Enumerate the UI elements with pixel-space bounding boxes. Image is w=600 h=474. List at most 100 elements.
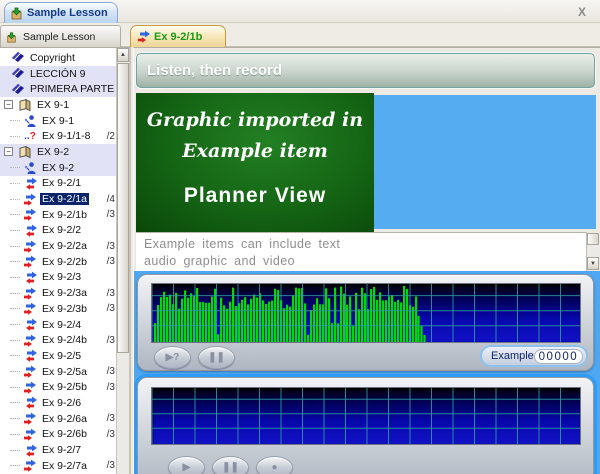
tree-item[interactable]: Ex 9-2/6a/3 [0, 411, 118, 427]
exercise-content-panel: Listen, then record Graphic imported in … [133, 47, 600, 474]
tree-item[interactable]: ..? Ex 9-1/1-8/2 [0, 128, 118, 144]
tree-item[interactable]: Ex 9-2/4b/3 [0, 332, 118, 348]
play-button[interactable]: ▶ [168, 456, 205, 474]
tree-item-count: /3 [106, 413, 115, 425]
tree-item-label[interactable]: EX 9-1 [35, 99, 71, 111]
book-icon [10, 51, 26, 64]
arr-same-icon [22, 428, 38, 441]
arr-op-icon [22, 271, 38, 284]
tree-item[interactable]: Ex 9-2/3b/3 [0, 301, 118, 317]
tree-expander[interactable]: − [4, 147, 13, 157]
tree-item-label[interactable]: Ex 9-2/3 [40, 271, 83, 283]
folder-icon [17, 98, 33, 112]
tree-item-label[interactable]: EX 9-2 [35, 146, 71, 158]
note-scrollbar-thumb[interactable] [587, 233, 599, 245]
tree-item-count: /3 [106, 303, 115, 315]
tree-item-label[interactable]: Ex 9-2/2a [40, 240, 89, 252]
graphic-line-1: Graphic imported in [146, 109, 364, 131]
tab-sample-lesson[interactable]: Sample Lesson [4, 2, 118, 23]
tree-item[interactable]: Ex 9-2/2 [0, 223, 118, 239]
pause-button[interactable]: ❚❚ [212, 456, 249, 474]
arr-same-icon [22, 412, 38, 425]
tree-item-count: /4 [106, 193, 115, 205]
example-player-panel: ▶? ❚❚ Example 00000 [137, 274, 594, 371]
tab-lesson-tree[interactable]: Sample Lesson [0, 25, 121, 47]
tree-item-label[interactable]: Ex 9-2/7 [40, 444, 83, 456]
tree-item[interactable]: Ex 9-2/7 [0, 442, 118, 458]
tree-item-label[interactable]: Ex 9-2/1b [40, 209, 89, 221]
note-scroll-down-button[interactable]: ▼ [587, 257, 599, 270]
tree-item-label[interactable]: Ex 9-2/1 [40, 177, 83, 189]
tree-item[interactable]: Ex 9-2/1b/3 [0, 207, 118, 223]
tree-item-label[interactable]: Ex 9-2/6b [40, 428, 89, 440]
tree-item-label[interactable]: Copyright [28, 52, 77, 64]
tree-item-label[interactable]: Ex 9-2/7a [40, 460, 89, 472]
tree-item-label[interactable]: Ex 9-2/6 [40, 397, 83, 409]
tree-item-count: /3 [106, 256, 115, 268]
arr-same-icon [22, 240, 38, 253]
tree-item[interactable]: Ex 9-2/3a/3 [0, 285, 118, 301]
paired-arrows-icon [137, 30, 150, 43]
package-import-icon [10, 7, 23, 20]
tree-item-label[interactable]: Ex 9-2/1a [40, 193, 89, 206]
tree-item[interactable]: Ex 9-2/2a/3 [0, 238, 118, 254]
tree-item[interactable]: Ex 9-2/5b/3 [0, 379, 118, 395]
tree-item[interactable]: Ex 9-2/7a/3 [0, 458, 118, 474]
tree-item-label[interactable]: Ex 9-2/5 [40, 350, 83, 362]
tree-item[interactable]: Ex 9-2/2b/3 [0, 254, 118, 270]
tree-item[interactable]: − EX 9-1 [0, 97, 118, 113]
tree-item-label[interactable]: Ex 9-2/4b [40, 334, 89, 346]
tree-item-label[interactable]: Ex 9-1/1-8 [40, 130, 92, 142]
arr-same-icon [22, 208, 38, 221]
tree-item[interactable]: − EX 9-2 [0, 144, 118, 160]
tree-item[interactable]: PRIMERA PARTE [0, 81, 118, 98]
arr-same-icon [22, 255, 38, 268]
tree-item[interactable]: EX 9-1 [0, 113, 118, 129]
tree-item-label[interactable]: LECCIÓN 9 [28, 68, 87, 80]
tree-item[interactable]: Ex 9-2/6b/3 [0, 427, 118, 443]
tab-sample-lesson-label: Sample Lesson [27, 7, 108, 19]
close-lesson-button[interactable]: X [575, 5, 589, 19]
pause-button[interactable]: ❚❚ [198, 346, 235, 369]
arr-same-icon [22, 365, 38, 378]
tree-scrollbar[interactable]: ▲ [116, 48, 129, 474]
example-counter-value: 00000 [533, 348, 583, 364]
tab-lesson-tree-label: Sample Lesson [23, 30, 96, 43]
tree-item[interactable]: Ex 9-2/1 [0, 176, 118, 192]
tree-item-label[interactable]: Ex 9-2/5a [40, 366, 89, 378]
lesson-tab-strip: Sample Lesson X [0, 0, 600, 23]
item-note-text: Example items can include text audio gra… [136, 232, 586, 271]
arr-op-icon [22, 349, 38, 363]
tree-item-label[interactable]: EX 9-1 [40, 115, 76, 127]
scroll-up-button[interactable]: ▲ [117, 48, 129, 62]
media-placeholder [374, 95, 596, 229]
tree-item-label[interactable]: Ex 9-2/5b [40, 381, 89, 393]
tree-item-label[interactable]: Ex 9-2/6a [40, 413, 89, 425]
tree-item[interactable]: Ex 9-2/3 [0, 270, 118, 286]
graphic-line-3: Planner View [183, 184, 327, 207]
tree-item-label[interactable]: Ex 9-2/2 [40, 224, 83, 236]
tree-scrollbar-thumb[interactable] [117, 63, 129, 353]
tab-exercise-item-label: Ex 9-2/1b [154, 30, 203, 43]
note-scrollbar[interactable]: ▼ [586, 232, 599, 271]
tree-item[interactable]: Ex 9-2/6 [0, 395, 118, 411]
tree-item-label[interactable]: PRIMERA PARTE [28, 83, 116, 95]
tree-item[interactable]: Copyright [0, 50, 118, 66]
tree-item[interactable]: Ex 9-2/5 [0, 348, 118, 364]
tree-item[interactable]: Ex 9-2/4 [0, 317, 118, 333]
tree-item-label[interactable]: Ex 9-2/4 [40, 319, 83, 331]
tree-item-label[interactable]: EX 9-2 [40, 162, 76, 174]
tree-item[interactable]: Ex 9-2/5a/3 [0, 364, 118, 380]
play-preview-button[interactable]: ▶? [154, 346, 191, 369]
tree-item[interactable]: Ex 9-2/1a/4 [0, 191, 118, 207]
arr-same-icon [22, 302, 38, 316]
record-button[interactable]: ● [256, 456, 293, 474]
tree-item[interactable]: EX 9-2 [0, 159, 118, 176]
tree-item[interactable]: LECCIÓN 9 [0, 65, 118, 82]
tree-item-label[interactable]: Ex 9-2/3a [40, 287, 89, 299]
tree-item-label[interactable]: Ex 9-2/3b [40, 303, 89, 315]
tree-item-label[interactable]: Ex 9-2/2b [40, 256, 89, 268]
tree-expander[interactable]: − [4, 100, 13, 110]
note-line-1: Example items can include text [144, 237, 341, 251]
tab-exercise-item[interactable]: Ex 9-2/1b [130, 25, 226, 47]
